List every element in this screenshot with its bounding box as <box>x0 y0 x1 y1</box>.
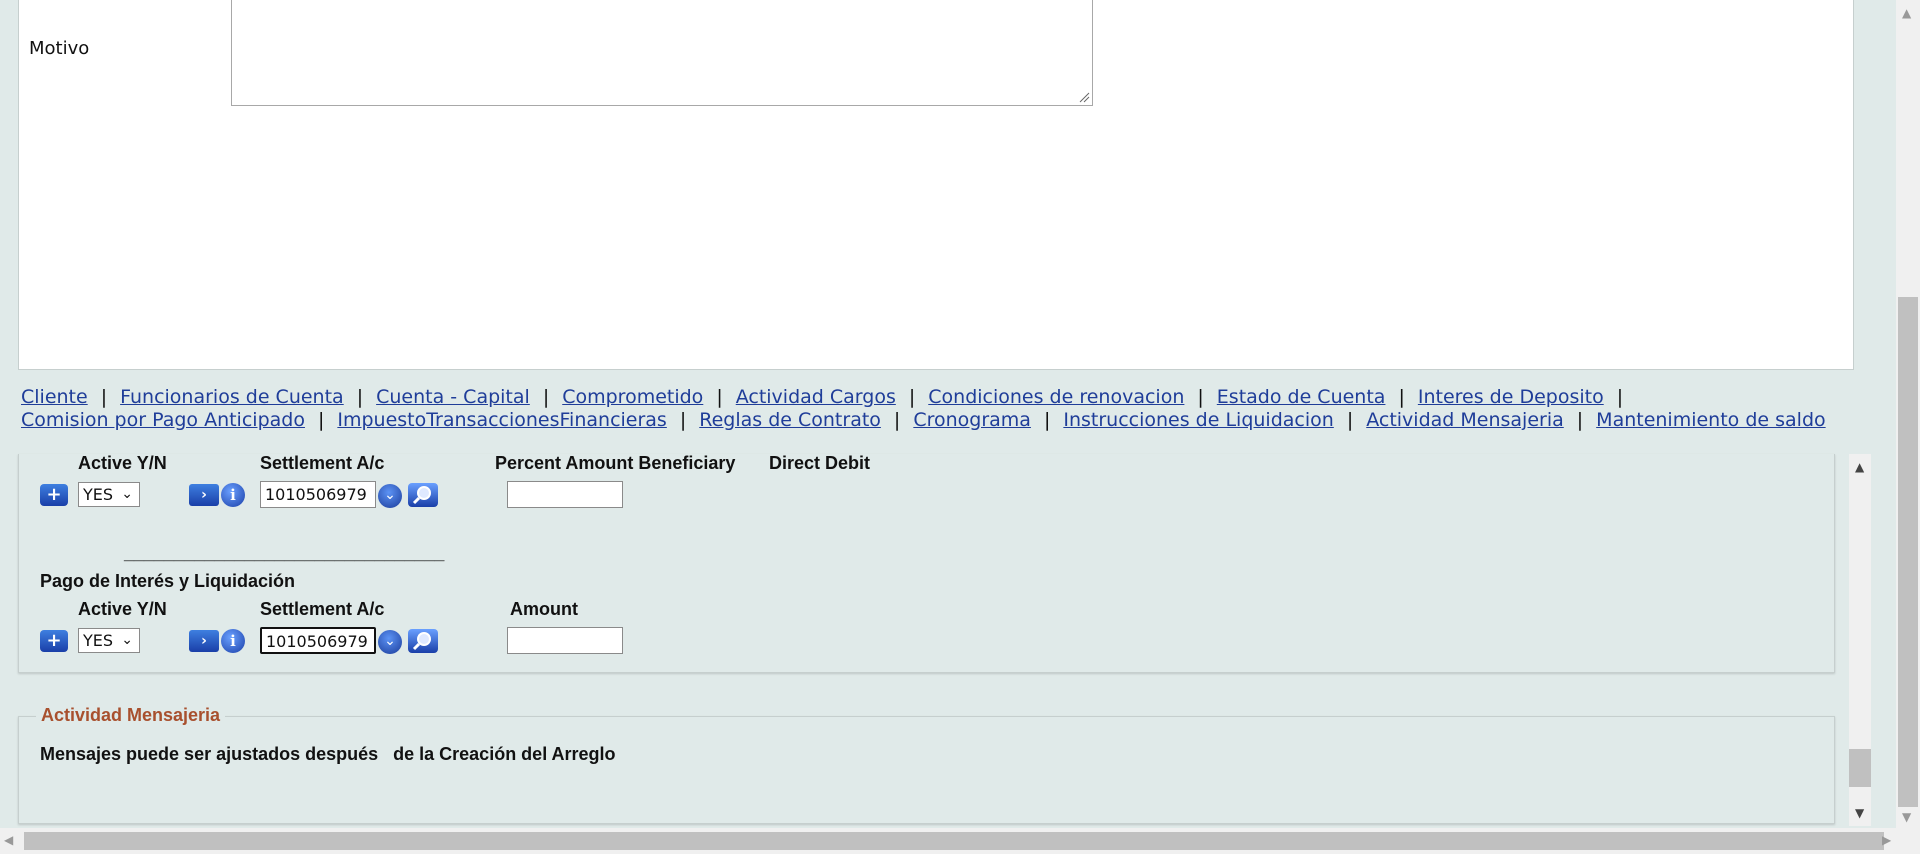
scroll-down-arrow-icon[interactable]: ▼ <box>1855 806 1864 820</box>
page-horizontal-scrollbar[interactable]: ◀ ▶ <box>0 828 1896 854</box>
amount-input[interactable] <box>507 627 623 654</box>
col-header-settlement-2: Settlement A/c <box>260 599 385 619</box>
nav-link-impuesto[interactable]: ImpuestoTransaccionesFinancieras <box>337 409 666 431</box>
magnifier-icon <box>412 486 431 505</box>
col-header-active-2: Active Y/N <box>78 599 167 619</box>
nav-separator: | <box>679 409 687 431</box>
messaging-legend: Actividad Mensajeria <box>36 705 226 726</box>
nav-separator: | <box>1398 386 1405 408</box>
nav-separator: | <box>1043 409 1051 431</box>
info-icon[interactable]: i <box>221 483 245 507</box>
nav-link-actividad-mensajeria[interactable]: Actividad Mensajeria <box>1366 409 1564 431</box>
nav-link-comision-pago[interactable]: Comision por Pago Anticipado <box>21 409 305 431</box>
nav-link-interes-deposito[interactable]: Interes de Deposito <box>1418 386 1604 408</box>
messaging-text: Mensajes puede ser ajustados después de … <box>40 744 616 764</box>
info-icon[interactable]: i <box>221 629 245 653</box>
page-vertical-scrollbar[interactable]: ▲ ▼ <box>1896 0 1920 854</box>
active-select-value: YES <box>83 485 114 504</box>
divider-line: ________________________________ <box>124 543 445 563</box>
nav-links-row-2: Comision por Pago Anticipado | ImpuestoTra… <box>21 409 1826 431</box>
section-title-pago-interes: Pago de Interés y Liquidación <box>40 571 296 591</box>
search-icon[interactable] <box>408 629 438 653</box>
dropdown-icon[interactable]: ⌄ <box>378 484 402 508</box>
nav-separator: | <box>1576 409 1584 431</box>
settlement-account-input[interactable]: 1010506979 <box>260 481 376 508</box>
active-select[interactable]: YES ⌄ <box>78 482 140 507</box>
motivo-label: Motivo <box>29 38 90 59</box>
dropdown-icon[interactable]: ⌄ <box>378 630 402 654</box>
inner-vertical-scrollbar[interactable]: ▲ ▼ <box>1849 454 1871 826</box>
scroll-left-arrow-icon[interactable]: ◀ <box>4 833 13 847</box>
inner-scroll-thumb[interactable] <box>1849 749 1871 787</box>
go-button[interactable]: › <box>189 484 219 506</box>
nav-separator: | <box>100 386 108 408</box>
nav-separator: | <box>716 386 723 408</box>
nav-link-cuenta-capital[interactable]: Cuenta - Capital <box>376 386 530 408</box>
magnifier-icon <box>412 632 431 651</box>
search-icon[interactable] <box>408 483 438 507</box>
chevron-down-icon: ⌄ <box>121 632 133 648</box>
nav-separator: | <box>1616 386 1624 408</box>
scroll-down-arrow-icon[interactable]: ▼ <box>1902 810 1911 824</box>
add-row-button[interactable]: + <box>40 484 68 506</box>
active-select-value: YES <box>83 631 114 650</box>
nav-link-reglas-contrato[interactable]: Reglas de Contrato <box>699 409 881 431</box>
settlement-account-input-2[interactable]: 1010506979 <box>260 627 376 654</box>
col-header-amount: Amount <box>510 599 578 619</box>
nav-link-instrucciones-liquidacion[interactable]: Instrucciones de Liquidacion <box>1063 409 1333 431</box>
nav-link-funcionarios[interactable]: Funcionarios de Cuenta <box>120 386 344 408</box>
active-select-2[interactable]: YES ⌄ <box>78 628 140 653</box>
col-header-direct-debit: Direct Debit <box>769 453 871 473</box>
go-button-2[interactable]: › <box>189 630 219 652</box>
page-scroll-thumb[interactable] <box>1898 297 1918 807</box>
nav-link-cronograma[interactable]: Cronograma <box>913 409 1031 431</box>
nav-separator: | <box>317 409 325 431</box>
nav-separator: | <box>908 386 916 408</box>
scroll-right-arrow-icon[interactable]: ▶ <box>1882 833 1891 847</box>
col-header-active: Active Y/N <box>78 453 167 473</box>
scroll-up-arrow-icon[interactable]: ▲ <box>1855 460 1864 474</box>
nav-separator: | <box>893 409 901 431</box>
col-header-percent-amount: Percent Amount Beneficiary <box>495 453 736 473</box>
nav-separator: | <box>1346 409 1354 431</box>
horizontal-scroll-thumb[interactable] <box>24 832 1884 850</box>
nav-link-comprometido[interactable]: Comprometido <box>562 386 703 408</box>
messaging-fieldset <box>18 716 1835 824</box>
nav-separator: | <box>356 386 364 408</box>
motivo-textarea[interactable] <box>231 0 1093 106</box>
resize-grip-icon[interactable] <box>1078 91 1090 103</box>
add-row-button-2[interactable]: + <box>40 630 68 652</box>
nav-link-condiciones-renovacion[interactable]: Condiciones de renovacion <box>928 386 1184 408</box>
nav-link-mantenimiento-saldo[interactable]: Mantenimiento de saldo <box>1596 409 1825 431</box>
nav-link-estado-cuenta[interactable]: Estado de Cuenta <box>1217 386 1386 408</box>
nav-separator: | <box>542 386 550 408</box>
scroll-up-arrow-icon[interactable]: ▲ <box>1902 6 1911 20</box>
nav-separator: | <box>1197 386 1204 408</box>
chevron-down-icon: ⌄ <box>121 486 133 502</box>
nav-link-cliente[interactable]: Cliente <box>21 386 88 408</box>
col-header-settlement: Settlement A/c <box>260 453 385 473</box>
nav-links-row-1: Cliente | Funcionarios de Cuenta | Cuenta - … <box>21 386 1636 408</box>
percent-amount-input[interactable] <box>507 481 623 508</box>
nav-link-actividad-cargos[interactable]: Actividad Cargos <box>736 386 896 408</box>
